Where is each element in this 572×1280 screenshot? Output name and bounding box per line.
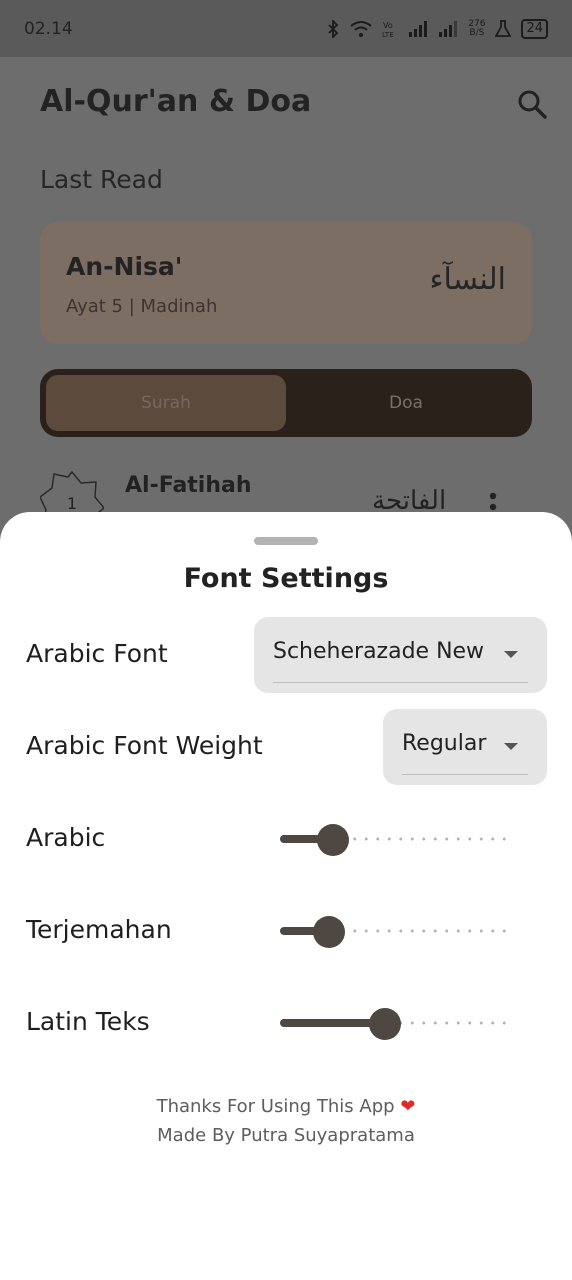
- search-icon[interactable]: [516, 88, 548, 120]
- volte-icon: VoLTE: [382, 21, 394, 38]
- arabic-font-weight-value: Regular: [402, 731, 487, 756]
- footer-thanks: Thanks For Using This App ❤: [0, 1096, 572, 1117]
- svg-text:Vo: Vo: [383, 21, 393, 30]
- chevron-down-icon: [504, 651, 518, 658]
- tab-surah[interactable]: Surah: [46, 375, 286, 431]
- signal-icon: [439, 20, 458, 37]
- last-read-meta: Ayat 5 | Madinah: [66, 296, 218, 317]
- font-settings-sheet: Font Settings Arabic Font Scheherazade N…: [0, 512, 572, 1280]
- signal-icon: [409, 20, 428, 37]
- last-read-heading: Last Read: [40, 165, 163, 194]
- data-speed: 276 B/S: [468, 19, 485, 38]
- bluetooth-icon: [328, 19, 339, 38]
- last-read-arabic: النسآء: [429, 262, 506, 297]
- heart-icon: ❤: [400, 1096, 416, 1117]
- chevron-down-icon: [504, 743, 518, 750]
- data-speed-unit: B/S: [469, 27, 485, 38]
- slider-thumb[interactable]: [313, 916, 345, 948]
- arabic-font-dropdown[interactable]: Scheherazade New: [254, 617, 547, 693]
- arabic-font-weight-label: Arabic Font Weight: [26, 731, 263, 760]
- tab-bar: Surah Doa: [40, 369, 532, 437]
- battery-icon: 24: [521, 18, 548, 39]
- dropdown-underline: [273, 682, 528, 683]
- last-read-card[interactable]: An-Nisa' Ayat 5 | Madinah النسآء: [40, 222, 532, 344]
- tab-doa[interactable]: Doa: [286, 375, 526, 431]
- drag-handle[interactable]: [254, 537, 318, 545]
- footer-thanks-text: Thanks For Using This App: [156, 1096, 395, 1117]
- flask-icon: [495, 19, 512, 37]
- latin-size-label: Latin Teks: [26, 1007, 150, 1036]
- sheet-title: Font Settings: [183, 563, 389, 594]
- footer-credit: Made By Putra Suyapratama: [157, 1125, 415, 1146]
- dropdown-underline: [402, 774, 528, 775]
- page-title: Al-Qur'an & Doa: [40, 84, 312, 119]
- terjemahan-size-slider[interactable]: [280, 916, 510, 948]
- arabic-size-slider[interactable]: [280, 824, 510, 856]
- slider-thumb[interactable]: [369, 1008, 401, 1040]
- svg-text:LTE: LTE: [382, 31, 394, 38]
- wifi-icon: [350, 20, 372, 37]
- status-time: 02.14: [24, 18, 73, 39]
- status-icons: Vo LTE 276 B/S 24: [326, 18, 548, 39]
- arabic-size-label: Arabic: [26, 823, 106, 852]
- terjemahan-size-label: Terjemahan: [26, 915, 172, 944]
- last-read-surah: An-Nisa': [66, 252, 183, 281]
- arabic-font-label: Arabic Font: [26, 639, 168, 668]
- slider-thumb[interactable]: [317, 824, 349, 856]
- status-bar: 02.14 Vo LTE 276 B/S 24: [0, 0, 572, 57]
- surah-name: Al-Fatihah: [125, 473, 252, 498]
- arabic-font-weight-dropdown[interactable]: Regular: [383, 709, 547, 785]
- surah-number: 1: [66, 494, 78, 513]
- latin-size-slider[interactable]: [280, 1008, 510, 1040]
- arabic-font-value: Scheherazade New: [273, 639, 485, 664]
